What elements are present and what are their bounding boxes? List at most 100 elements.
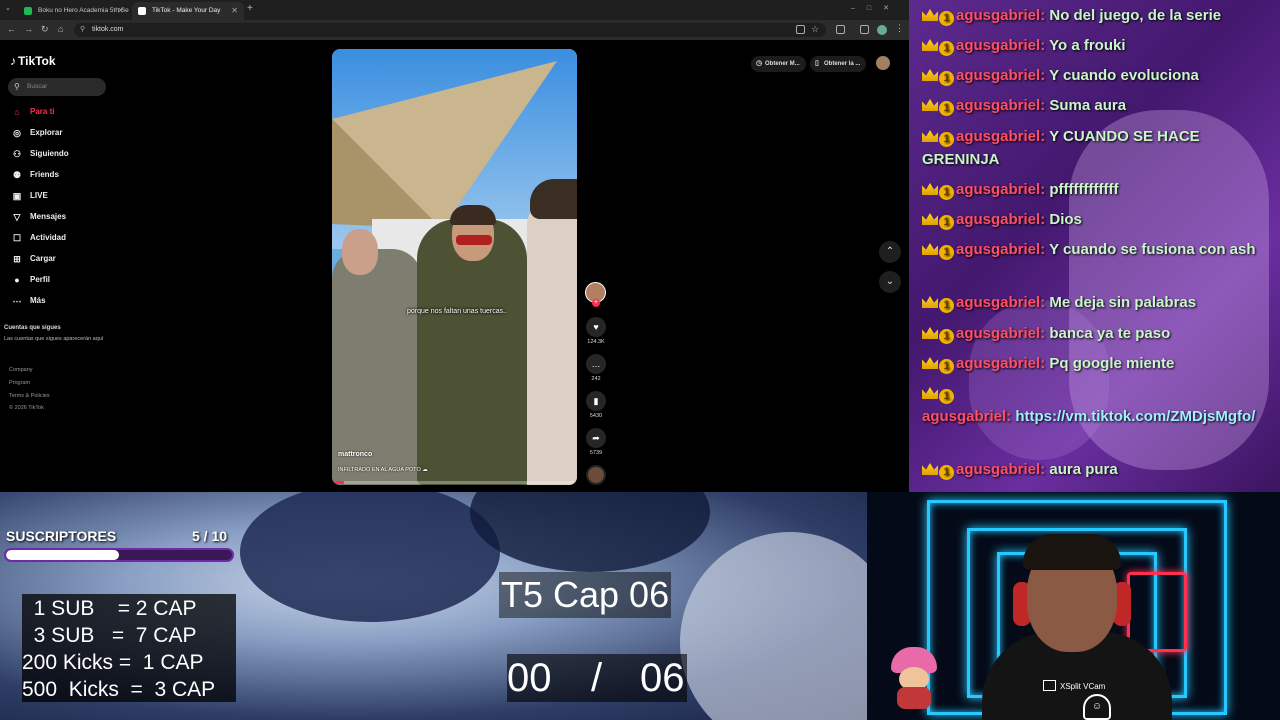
episode-counter: 00 / 06 xyxy=(507,654,687,702)
get-mobile-app-button[interactable]: ▯ Obtener la ... xyxy=(810,56,867,72)
stream-chat-overlay: 1 agusgabriel: No del juego, de la serie … xyxy=(909,0,1280,492)
sidebar-item-mas[interactable]: ⋯ Más xyxy=(10,294,46,308)
sub-badge-icon: 1 xyxy=(939,359,954,374)
tab-boku-no-hero[interactable]: Boku no Hero Academia 5th Se ✕ xyxy=(18,2,130,20)
sidebar-item-siguiendo[interactable]: ⚇ Siguiendo xyxy=(10,147,69,161)
sub-badge-icon: 1 xyxy=(939,41,954,56)
chopper-body xyxy=(897,687,931,709)
tab-title: TikTok - Make Your Day xyxy=(152,7,221,14)
get-desktop-app-button[interactable]: ◷ Obtener M... xyxy=(751,56,806,72)
sub-badge-icon: 1 xyxy=(939,465,954,480)
save-count: 5430 xyxy=(589,413,603,419)
sidebar-item-label: Mensajes xyxy=(30,212,67,221)
like-button[interactable]: ♥ 124.3K xyxy=(584,317,608,345)
site-info-icon[interactable]: ⚲ xyxy=(80,23,85,37)
close-tab-icon[interactable]: ✕ xyxy=(231,2,238,20)
crown-icon xyxy=(922,183,938,195)
comment-icon: … xyxy=(586,354,606,374)
save-button[interactable]: ▮ 5430 xyxy=(584,391,608,419)
window-controls[interactable]: –□✕ xyxy=(851,4,901,12)
back-icon[interactable]: ← xyxy=(7,24,16,34)
chat-text: Dios xyxy=(1049,211,1082,228)
sub-badge-icon: 1 xyxy=(939,389,954,404)
reload-icon[interactable]: ↻ xyxy=(41,24,49,35)
sidebar-item-cargar[interactable]: ⊞ Cargar xyxy=(10,252,56,266)
sidebar-item-perfil[interactable]: ● Perfil xyxy=(10,273,50,287)
video-person-right-hair xyxy=(530,179,577,219)
stream-bottom-overlay: SUSCRIPTORES 5 / 10 1 SUB = 2 CAP 3 SUB … xyxy=(0,492,867,720)
footer-link-terms[interactable]: Terms & Policies xyxy=(9,393,50,399)
footer-link-company[interactable]: Company xyxy=(9,367,33,373)
chat-message: 1 agusgabriel: aura pura xyxy=(922,458,1272,481)
tab-tiktok[interactable]: TikTok - Make Your Day ✕ xyxy=(132,2,244,20)
sub-badge-icon: 1 xyxy=(939,132,954,147)
sub-badge-icon: 1 xyxy=(939,298,954,313)
previous-video-button[interactable]: ⌃ xyxy=(879,241,901,263)
crown-icon xyxy=(922,39,938,51)
sidebar-item-label: Más xyxy=(30,296,46,305)
sidebar-item-explorar[interactable]: ◎ Explorar xyxy=(10,126,62,140)
profile-avatar-icon[interactable] xyxy=(877,25,887,35)
crown-icon xyxy=(922,130,938,142)
extensions-icon[interactable] xyxy=(836,25,845,34)
sidebar-item-live[interactable]: ▣ LIVE xyxy=(10,189,48,203)
music-disc-icon[interactable] xyxy=(586,465,606,485)
video-progress-bar[interactable] xyxy=(332,481,577,484)
close-tab-icon[interactable]: ✕ xyxy=(117,2,124,20)
chat-username: agusgabriel: xyxy=(922,408,1012,425)
video-player[interactable]: porque nos faltan unas tuercas.. mattron… xyxy=(332,49,577,485)
bookmark-star-icon[interactable]: ☆ xyxy=(811,24,819,35)
new-tab-icon[interactable]: + xyxy=(247,3,253,14)
browser-toolbar: ← → ↻ ⌂ ⚲ tiktok.com ☆ ⋮ xyxy=(0,20,909,40)
reward-rule: 200 Kicks = 1 CAP xyxy=(22,651,204,674)
chevron-down-icon: ⌄ xyxy=(885,276,895,287)
friends-icon: ⚉ xyxy=(12,170,22,180)
tiktok-logo[interactable]: ♪ TikTok xyxy=(10,54,56,68)
user-avatar[interactable] xyxy=(876,56,890,70)
chevron-up-icon: ⌃ xyxy=(885,246,895,257)
webcam-feed: XSplit VCam ☺ xyxy=(867,492,1280,720)
tab-strip: ⌄ Boku no Hero Academia 5th Se ✕ TikTok … xyxy=(0,0,909,20)
search-input[interactable]: ⚲ Buscar xyxy=(8,78,106,96)
browser-window: ⌄ Boku no Hero Academia 5th Se ✕ TikTok … xyxy=(0,0,909,492)
video-author[interactable]: mattronco xyxy=(338,451,372,458)
video-person-right xyxy=(527,199,577,485)
crown-icon xyxy=(922,99,938,111)
ghost-icon: ☺ xyxy=(1083,694,1111,720)
sidebar-item-mensajes[interactable]: ▽ Mensajes xyxy=(10,210,67,224)
crown-icon xyxy=(922,69,938,81)
chat-message: 1 agusgabriel: Y cuando se fusiona con as… xyxy=(922,238,1272,261)
crown-icon xyxy=(922,296,938,308)
comment-button[interactable]: … 242 xyxy=(584,354,608,382)
home-icon: ⌂ xyxy=(14,107,20,117)
reward-rules-panel: 1 SUB = 2 CAP 3 SUB = 7 CAP 200 Kicks = … xyxy=(22,594,236,702)
chat-message: 1 agusgabriel: Yo a frouki xyxy=(922,34,1272,57)
chat-username: agusgabriel: xyxy=(956,211,1046,228)
follow-plus-icon[interactable]: + xyxy=(592,299,600,307)
forward-icon[interactable]: → xyxy=(24,24,33,34)
address-bar[interactable]: ⚲ tiktok.com xyxy=(74,23,826,37)
share-icon: ➦ xyxy=(586,428,606,448)
tab-search-icon[interactable]: ⌄ xyxy=(5,4,11,12)
footer-link-program[interactable]: Program xyxy=(9,380,30,386)
home-icon[interactable]: ⌂ xyxy=(58,24,63,34)
tiktok-favicon-icon xyxy=(138,7,146,15)
reading-list-icon[interactable] xyxy=(860,25,869,34)
next-video-button[interactable]: ⌄ xyxy=(879,271,901,293)
following-empty-text: Las cuentas que sigues aparecerán aquí xyxy=(4,336,104,342)
sub-badge-icon: 1 xyxy=(939,245,954,260)
chat-message: 1 agusgabriel: Y cuando evoluciona xyxy=(922,64,1272,87)
tab-title: Boku no Hero Academia 5th Se xyxy=(38,7,129,14)
sidebar-item-friends[interactable]: ⚉ Friends xyxy=(10,168,59,182)
browser-menu-icon[interactable]: ⋮ xyxy=(895,23,904,34)
sidebar-item-actividad[interactable]: ☐ Actividad xyxy=(10,231,66,245)
following-icon: ⚇ xyxy=(12,149,22,159)
chat-text: Y cuando evoluciona xyxy=(1049,67,1199,84)
video-caption: porque nos faltan unas tuercas.. xyxy=(406,308,507,315)
install-app-icon[interactable] xyxy=(796,25,805,34)
video-person-left-head xyxy=(342,229,378,275)
chat-link[interactable]: https://vm.tiktok.com/ZMDjsMgfo/ xyxy=(1015,408,1255,425)
sidebar-item-para-ti[interactable]: ⌂ Para ti xyxy=(10,105,54,119)
chat-message: 1 agusgabriel: Pq google miente xyxy=(922,352,1272,375)
share-button[interactable]: ➦ 5739 xyxy=(584,428,608,456)
